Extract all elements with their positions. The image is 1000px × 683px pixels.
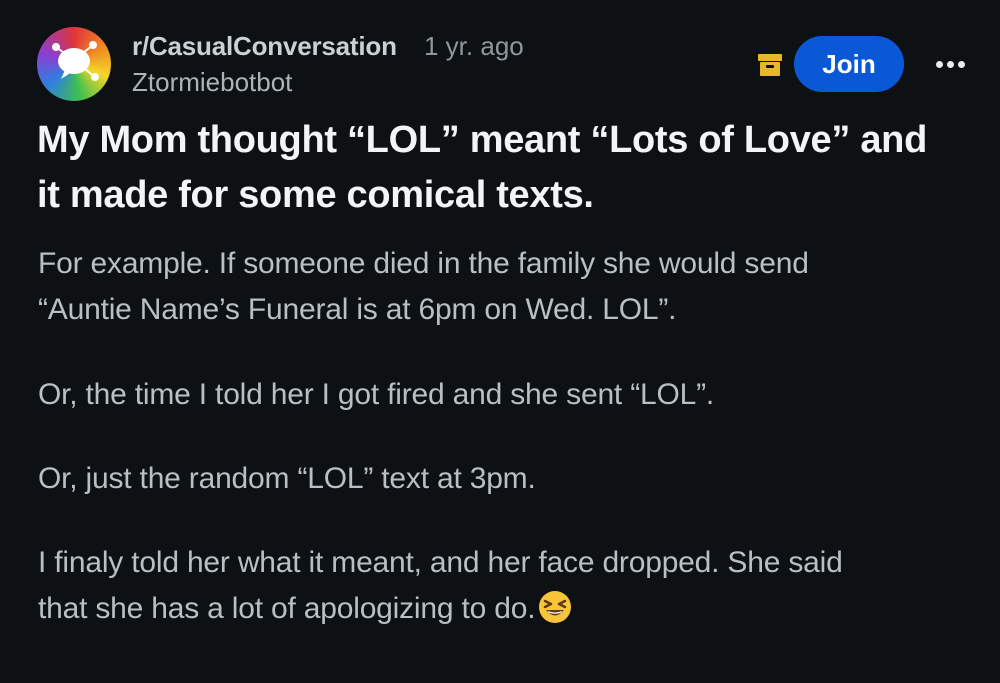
more-dot	[957, 60, 965, 68]
post-body-line: “Auntie Name’s Funeral is at 6pm on Wed.…	[38, 293, 677, 326]
post-body-line-with-emoji: that she has a lot of apologizing to do.	[38, 586, 572, 632]
post-title[interactable]: My Mom thought “LOL” meant “Lots of Love…	[37, 113, 977, 223]
chat-bubble-icon	[52, 41, 99, 81]
post-title-line-1: My Mom thought “LOL” meant “Lots of Love…	[37, 119, 928, 161]
more-dot	[935, 60, 943, 68]
grinning-squinting-face-emoji	[539, 591, 572, 623]
post-timestamp: 1 yr. ago	[424, 31, 524, 61]
post-body-line: I finaly told her what it meant, and her…	[38, 546, 843, 579]
subreddit-avatar[interactable]	[37, 27, 111, 101]
post-title-line-2: it made for some comical texts.	[37, 174, 594, 216]
post-body-line: For example. If someone died in the fami…	[38, 247, 809, 280]
post-view: r/CasualConversation 1 yr. ago Ztormiebo…	[0, 0, 1000, 683]
post-body-line: Or, just the random “LOL” text at 3pm.	[38, 462, 536, 495]
post-body-text: that she has a lot of apologizing to do.	[38, 592, 536, 625]
subreddit-name[interactable]: r/CasualConversation	[132, 30, 397, 62]
post-body-line: Or, the time I told her I got fired and …	[38, 378, 715, 411]
post-author[interactable]: Ztormiebotbot	[132, 66, 292, 98]
more-dot	[946, 60, 954, 68]
more-options-icon[interactable]	[928, 48, 972, 80]
archive-icon	[758, 54, 782, 76]
join-button[interactable]: Join	[794, 36, 904, 92]
